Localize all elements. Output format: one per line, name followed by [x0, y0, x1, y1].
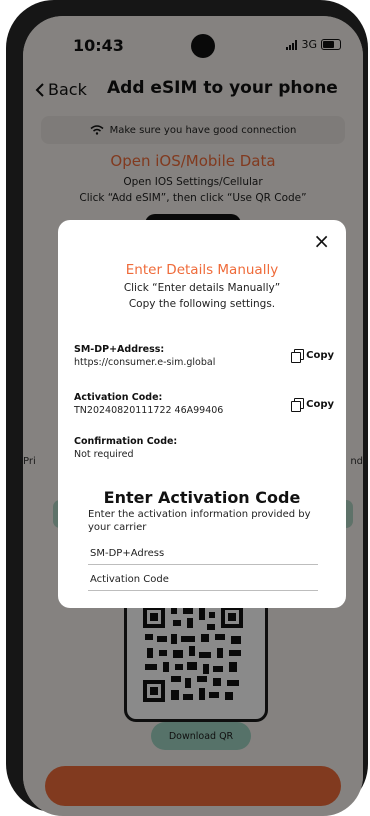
close-icon[interactable]: ×: [307, 228, 336, 254]
manual-details-modal: × Enter Details Manually Click “Enter de…: [58, 220, 346, 608]
phone-frame: 10:43 3G Back Add eSIM to your phone Mak…: [6, 0, 368, 816]
activation-section-description: Enter the activation information provide…: [88, 509, 311, 533]
modal-title: Enter Details Manually: [125, 262, 279, 278]
confirmation-code-label: Confirmation Code:: [74, 436, 178, 447]
copy-icon: [291, 349, 305, 363]
activation-code-label: Activation Code:: [74, 392, 163, 403]
smdp-address-value: https://consumer.e-sim.global: [74, 357, 216, 368]
modal-instruction-1: Click “Enter details Manually”: [123, 282, 281, 294]
copy-icon: [291, 398, 305, 412]
activation-code-value: TN20240820111722 46A99406: [74, 405, 224, 416]
activation-section-title: Enter Activation Code: [103, 488, 301, 507]
confirmation-code-value: Not required: [74, 449, 134, 460]
copy-activation-label: Copy: [306, 398, 334, 410]
modal-instruction-2: Copy the following settings.: [128, 298, 276, 310]
app-screen: 10:43 3G Back Add eSIM to your phone Mak…: [23, 16, 363, 816]
activation-code-input[interactable]: [88, 568, 318, 591]
copy-activation-button[interactable]: Copy: [291, 398, 334, 412]
copy-smdp-button[interactable]: Copy: [291, 349, 334, 363]
copy-smdp-label: Copy: [306, 349, 334, 361]
smdp-address-input[interactable]: [88, 542, 318, 565]
smdp-address-label: SM-DP+Address:: [74, 344, 165, 355]
